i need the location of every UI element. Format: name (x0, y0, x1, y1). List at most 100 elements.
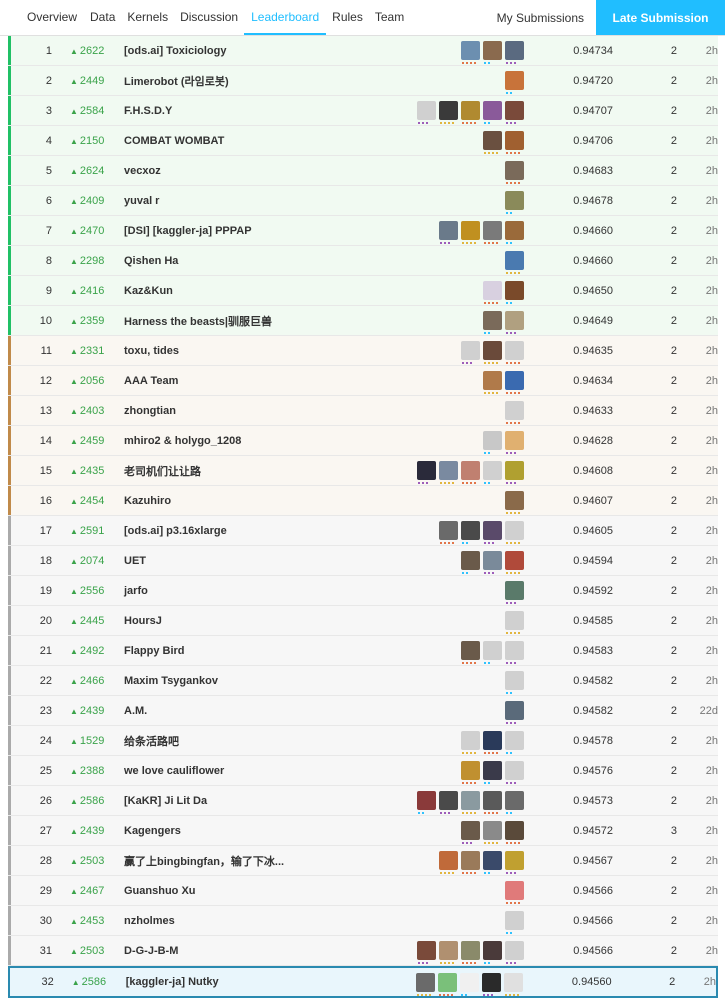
avatar[interactable] (460, 972, 480, 996)
avatar[interactable] (483, 281, 502, 304)
team-name[interactable]: Kagengers (104, 825, 392, 837)
my-submissions-link[interactable]: My Submissions (485, 0, 596, 35)
table-row[interactable]: 10 ▲ 2359 Harness the beasts|驯服巨兽 0.94649 2 2h (8, 306, 718, 336)
table-row[interactable]: 3 ▲ 2584 F.H.S.D.Y 0.94707 2 2h (8, 96, 718, 126)
table-row[interactable]: 23 ▲ 2439 A.M. 0.94582 2 22d (8, 696, 718, 726)
avatar[interactable] (505, 311, 524, 334)
table-row[interactable]: 20 ▲ 2445 HoursJ 0.94585 2 2h (8, 606, 718, 636)
table-row[interactable]: 31 ▲ 2503 D-G-J-B-M 0.94566 2 2h (8, 936, 718, 966)
avatar[interactable] (439, 461, 458, 484)
avatar[interactable] (505, 551, 524, 574)
team-name[interactable]: 老司机们让让路 (104, 463, 392, 479)
avatar[interactable] (416, 972, 436, 996)
avatar[interactable] (483, 521, 502, 544)
avatar[interactable] (505, 491, 524, 514)
team-name[interactable]: Guanshuo Xu (104, 885, 392, 897)
avatar[interactable] (483, 431, 502, 454)
team-name[interactable]: jarfo (104, 585, 392, 597)
table-row[interactable]: 11 ▲ 2331 toxu, tides 0.94635 2 2h (8, 336, 718, 366)
avatar[interactable] (483, 341, 502, 364)
table-row[interactable]: 26 ▲ 2586 [KaKR] Ji Lit Da 0.94573 2 2h (8, 786, 718, 816)
team-name[interactable]: Kaz&Kun (104, 285, 392, 297)
avatar[interactable] (483, 821, 502, 844)
avatar[interactable] (505, 251, 524, 274)
avatar[interactable] (461, 941, 480, 964)
tab-discussion[interactable]: Discussion (174, 0, 244, 35)
avatar[interactable] (417, 791, 436, 814)
avatar[interactable] (461, 851, 480, 874)
avatar[interactable] (504, 972, 524, 996)
avatar[interactable] (483, 941, 502, 964)
table-row[interactable]: 18 ▲ 2074 UET 0.94594 2 2h (8, 546, 718, 576)
avatar[interactable] (505, 191, 524, 214)
team-name[interactable]: [kaggler-ja] Nutky (106, 976, 392, 988)
team-name[interactable]: we love cauliflower (104, 765, 392, 777)
team-name[interactable]: HoursJ (104, 615, 392, 627)
team-name[interactable]: [ods.ai] Toxiciology (104, 45, 392, 57)
table-row[interactable]: 15 ▲ 2435 老司机们让让路 0.94608 2 2h (8, 456, 718, 486)
tab-team[interactable]: Team (369, 0, 410, 35)
table-row[interactable]: 24 ▲ 1529 给条活路吧 0.94578 2 2h (8, 726, 718, 756)
team-name[interactable]: 赢了上bingbingfan，输了下冰... (104, 853, 392, 869)
avatar[interactable] (483, 761, 502, 784)
avatar[interactable] (505, 911, 524, 934)
table-row[interactable]: 9 ▲ 2416 Kaz&Kun 0.94650 2 2h (8, 276, 718, 306)
table-row[interactable]: 6 ▲ 2409 yuval r 0.94678 2 2h (8, 186, 718, 216)
late-submission-button[interactable]: Late Submission (596, 0, 725, 35)
avatar[interactable] (483, 461, 502, 484)
avatar[interactable] (461, 41, 480, 64)
avatar[interactable] (417, 101, 436, 124)
team-name[interactable]: [DSI] [kaggler-ja] PPPAP (104, 225, 392, 237)
avatar[interactable] (483, 551, 502, 574)
avatar[interactable] (483, 131, 502, 154)
avatar[interactable] (505, 941, 524, 964)
table-row[interactable]: 7 ▲ 2470 [DSI] [kaggler-ja] PPPAP 0.94660 2 2h (8, 216, 718, 246)
avatar[interactable] (505, 731, 524, 754)
avatar[interactable] (505, 641, 524, 664)
table-row[interactable]: 13 ▲ 2403 zhongtian 0.94633 2 2h (8, 396, 718, 426)
avatar[interactable] (461, 101, 480, 124)
table-row[interactable]: 16 ▲ 2454 Kazuhiro 0.94607 2 2h (8, 486, 718, 516)
table-row[interactable]: 5 ▲ 2624 vecxoz 0.94683 2 2h (8, 156, 718, 186)
avatar[interactable] (505, 881, 524, 904)
avatar[interactable] (505, 581, 524, 604)
avatar[interactable] (483, 791, 502, 814)
avatar[interactable] (505, 701, 524, 724)
avatar[interactable] (505, 131, 524, 154)
avatar[interactable] (505, 341, 524, 364)
avatar[interactable] (505, 101, 524, 124)
avatar[interactable] (505, 161, 524, 184)
table-row[interactable]: 25 ▲ 2388 we love cauliflower 0.94576 2 2h (8, 756, 718, 786)
table-row[interactable]: 22 ▲ 2466 Maxim Tsygankov 0.94582 2 2h (8, 666, 718, 696)
team-name[interactable]: nzholmes (104, 915, 392, 927)
avatar[interactable] (483, 101, 502, 124)
team-name[interactable]: zhongtian (104, 405, 392, 417)
avatar[interactable] (505, 371, 524, 394)
avatar[interactable] (505, 821, 524, 844)
avatar[interactable] (483, 221, 502, 244)
avatar[interactable] (505, 221, 524, 244)
avatar[interactable] (439, 851, 458, 874)
table-row[interactable]: 29 ▲ 2467 Guanshuo Xu 0.94566 2 2h (8, 876, 718, 906)
team-name[interactable]: Kazuhiro (104, 495, 392, 507)
table-row[interactable]: 17 ▲ 2591 [ods.ai] p3.16xlarge 0.94605 2 2h (8, 516, 718, 546)
team-name[interactable]: 给条活路吧 (104, 733, 392, 749)
team-name[interactable]: [ods.ai] p3.16xlarge (104, 525, 392, 537)
table-row[interactable]: 4 ▲ 2150 COMBAT WOMBAT 0.94706 2 2h (8, 126, 718, 156)
avatar[interactable] (483, 851, 502, 874)
avatar[interactable] (505, 431, 524, 454)
avatar[interactable] (439, 521, 458, 544)
team-name[interactable]: Flappy Bird (104, 645, 392, 657)
table-row[interactable]: 21 ▲ 2492 Flappy Bird 0.94583 2 2h (8, 636, 718, 666)
avatar[interactable] (461, 551, 480, 574)
team-name[interactable]: toxu, tides (104, 345, 392, 357)
avatar[interactable] (483, 731, 502, 754)
tab-kernels[interactable]: Kernels (121, 0, 174, 35)
avatar[interactable] (505, 791, 524, 814)
avatar[interactable] (461, 521, 480, 544)
table-row[interactable]: 28 ▲ 2503 赢了上bingbingfan，输了下冰... 0.94567 2 2h (8, 846, 718, 876)
avatar[interactable] (505, 461, 524, 484)
tab-overview[interactable]: Overview (20, 0, 84, 35)
avatar[interactable] (505, 521, 524, 544)
avatar[interactable] (505, 671, 524, 694)
